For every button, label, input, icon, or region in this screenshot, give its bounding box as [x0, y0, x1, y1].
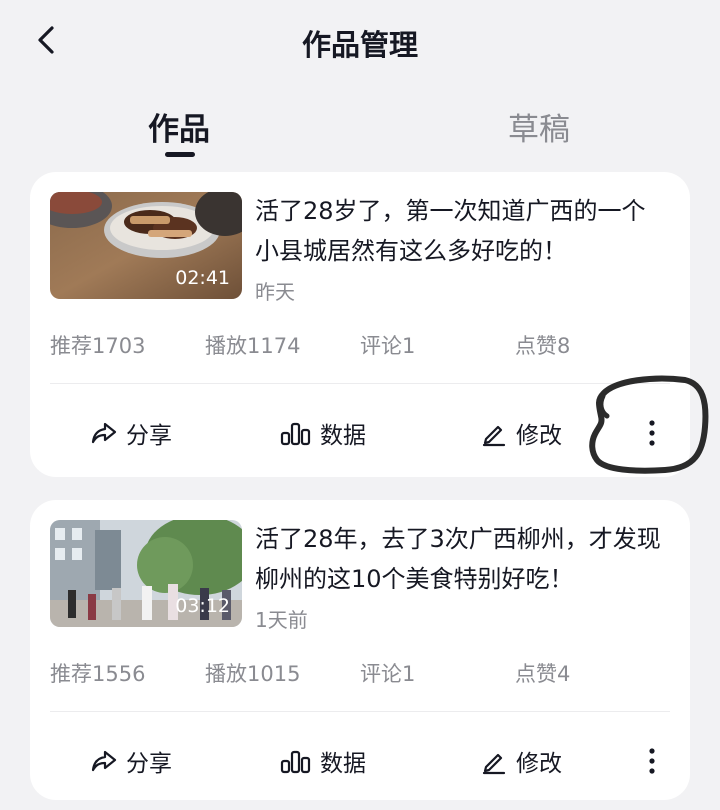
- edit-label: 修改: [516, 751, 562, 777]
- top-bar: 作品管理: [0, 0, 720, 84]
- data-button[interactable]: 数据: [280, 416, 366, 450]
- pencil-icon: [482, 753, 506, 775]
- data-label: 数据: [320, 751, 366, 777]
- tab-bar: 作品 草稿: [0, 98, 720, 162]
- pencil-icon: [482, 425, 506, 447]
- stat-play: 播放1174: [205, 334, 301, 358]
- edit-button[interactable]: 修改: [480, 744, 562, 778]
- stat-comment: 评论1: [360, 662, 416, 686]
- page-title: 作品管理: [301, 28, 418, 62]
- share-button[interactable]: 分享: [90, 744, 172, 778]
- edit-label: 修改: [516, 423, 562, 449]
- share-label: 分享: [126, 751, 172, 777]
- share-icon: [91, 750, 117, 772]
- video-duration: 02:41: [175, 267, 230, 289]
- tab-works[interactable]: 作品: [148, 104, 210, 149]
- stat-like: 点赞4: [515, 662, 571, 686]
- more-vertical-icon[interactable]: [638, 744, 666, 778]
- work-card: 02:41 活了28岁了，第一次知道广西的一个小县城居然有这么多好吃的！ 昨天 …: [30, 172, 690, 477]
- stat-like: 点赞8: [515, 334, 571, 358]
- video-thumbnail[interactable]: 03:12: [50, 520, 242, 627]
- video-duration: 03:12: [175, 595, 230, 617]
- publish-date: 昨天: [255, 280, 295, 304]
- edit-button[interactable]: 修改: [480, 416, 562, 450]
- divider: [50, 383, 670, 384]
- work-card: 03:12 活了28年，去了3次广西柳州，才发现柳州的这10个美食特别好吃！ 1…: [30, 500, 690, 800]
- bar-chart-icon: [280, 422, 311, 446]
- video-title[interactable]: 活了28年，去了3次广西柳州，才发现柳州的这10个美食特别好吃！: [255, 519, 665, 599]
- divider: [50, 711, 670, 712]
- video-title[interactable]: 活了28岁了，第一次知道广西的一个小县城居然有这么多好吃的！: [255, 191, 665, 271]
- stat-recommend: 推荐1556: [50, 662, 146, 686]
- video-thumbnail[interactable]: 02:41: [50, 192, 242, 299]
- share-label: 分享: [126, 423, 172, 449]
- publish-date: 1天前: [255, 608, 308, 632]
- bar-chart-icon: [280, 750, 311, 774]
- stat-play: 播放1015: [205, 662, 301, 686]
- tab-drafts[interactable]: 草稿: [508, 104, 570, 149]
- stat-comment: 评论1: [360, 334, 416, 358]
- share-icon: [91, 422, 117, 444]
- data-button[interactable]: 数据: [280, 744, 366, 778]
- more-vertical-icon[interactable]: [638, 416, 666, 450]
- data-label: 数据: [320, 423, 366, 449]
- share-button[interactable]: 分享: [90, 416, 172, 450]
- stat-recommend: 推荐1703: [50, 334, 146, 358]
- tab-active-indicator: [165, 152, 195, 157]
